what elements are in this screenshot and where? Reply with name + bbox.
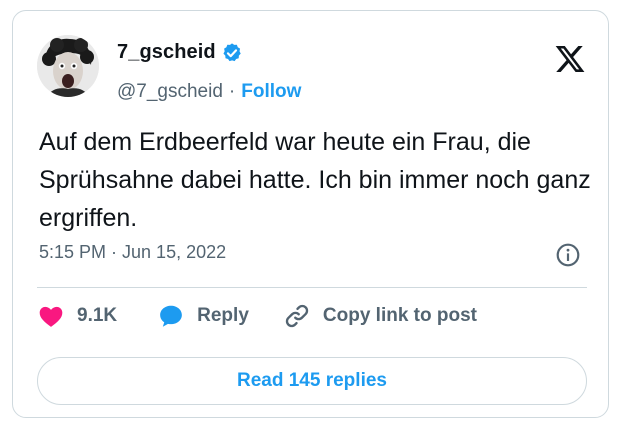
tweet-card: 7_gscheid @7_gscheid · Follow Auf dem Er… — [12, 10, 609, 418]
verified-badge-icon — [223, 42, 241, 61]
separator-dot: · — [228, 81, 236, 102]
tweet-text: Auf dem Erdbeerfeld war heute ein Frau, … — [39, 128, 591, 232]
read-replies-button[interactable]: Read 145 replies — [37, 357, 587, 405]
copy-link-label: Copy link to post — [322, 305, 477, 326]
speech-bubble-icon — [160, 305, 182, 327]
avatar[interactable] — [37, 35, 99, 97]
x-logo-icon[interactable] — [553, 43, 587, 75]
reply-label: Reply — [197, 305, 249, 326]
reply-button[interactable]: Reply — [157, 302, 249, 330]
follow-button[interactable]: Follow — [241, 81, 301, 103]
author-display-name[interactable]: 7_gscheid — [117, 41, 216, 64]
author-handle[interactable]: @7_gscheid — [117, 81, 223, 103]
author-name-row: 7_gscheid — [117, 41, 243, 64]
info-icon[interactable] — [555, 242, 581, 268]
divider — [37, 287, 587, 288]
like-count: 9.1K — [77, 305, 118, 326]
read-replies-label: Read 145 replies — [237, 370, 387, 391]
avatar-image — [37, 35, 99, 97]
author-handle-row: @7_gscheid · Follow — [117, 81, 301, 103]
tweet-actions: 9.1K Reply Copy link to post — [37, 301, 477, 331]
like-button[interactable]: 9.1K — [37, 302, 117, 330]
tweet-timestamp[interactable]: 5:15 PM · Jun 15, 2022 — [39, 242, 226, 263]
link-icon — [285, 304, 309, 328]
heart-icon — [39, 306, 63, 327]
copy-link-button[interactable]: Copy link to post — [283, 302, 477, 330]
